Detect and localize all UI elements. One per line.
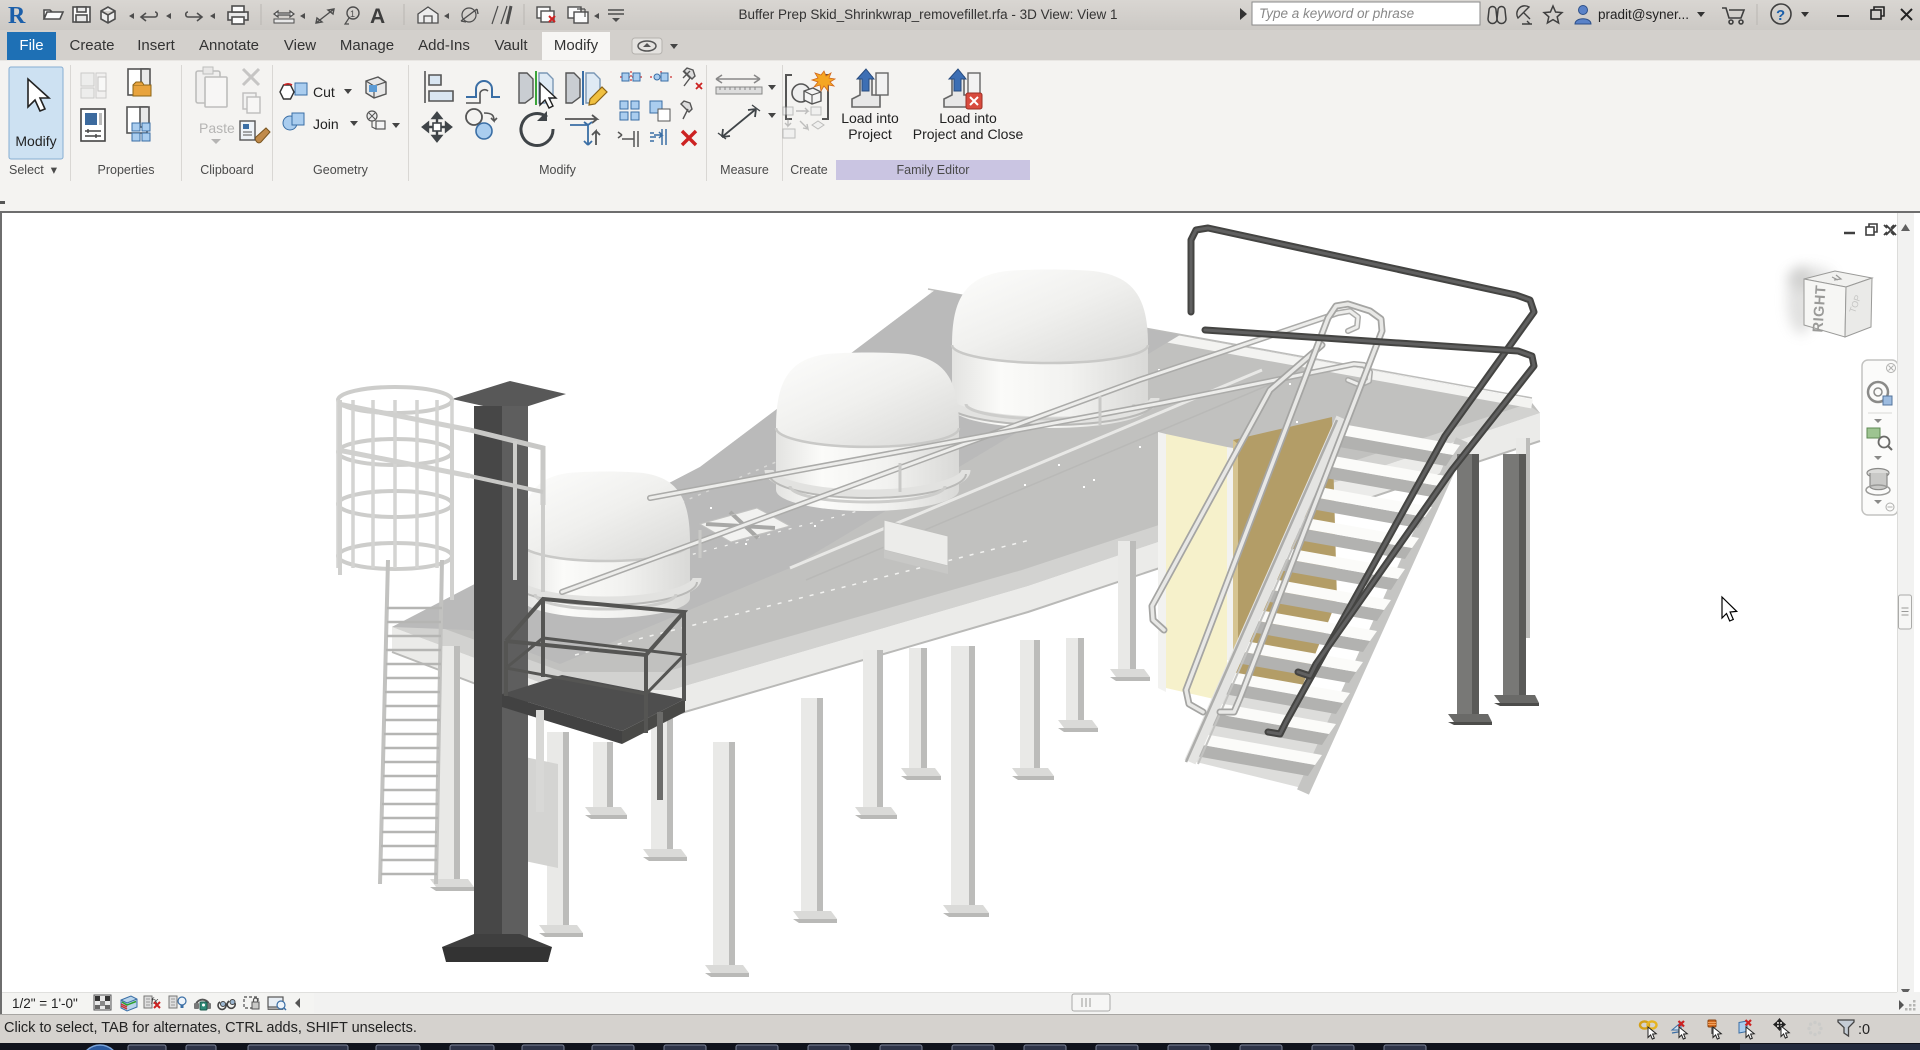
svg-text:Type a keyword or phrase: Type a keyword or phrase	[1259, 6, 1414, 21]
svg-text:A: A	[370, 5, 385, 28]
svg-text:1: 1	[350, 9, 355, 19]
svg-text::0: :0	[1858, 1022, 1870, 1038]
svg-text:Project: Project	[848, 126, 892, 142]
svg-text:pradit@syner...: pradit@syner...	[1598, 7, 1689, 22]
svg-text:Cut: Cut	[313, 84, 335, 100]
svg-text:Load into: Load into	[939, 110, 997, 126]
svg-text:RIGHT: RIGHT	[1810, 284, 1829, 333]
svg-text:1/2" = 1'-0": 1/2" = 1'-0"	[12, 996, 78, 1011]
svg-text:R: R	[8, 3, 26, 29]
svg-text:?: ?	[1776, 7, 1785, 24]
svg-text:Project and Close: Project and Close	[913, 126, 1024, 142]
svg-text:Buffer Prep Skid_Shrinkwrap_re: Buffer Prep Skid_Shrinkwrap_removefillet…	[739, 7, 1118, 22]
svg-text:Paste: Paste	[199, 120, 235, 136]
svg-text:Modify: Modify	[15, 133, 56, 149]
svg-text:Join: Join	[313, 116, 339, 132]
svg-text:Load into: Load into	[841, 110, 899, 126]
